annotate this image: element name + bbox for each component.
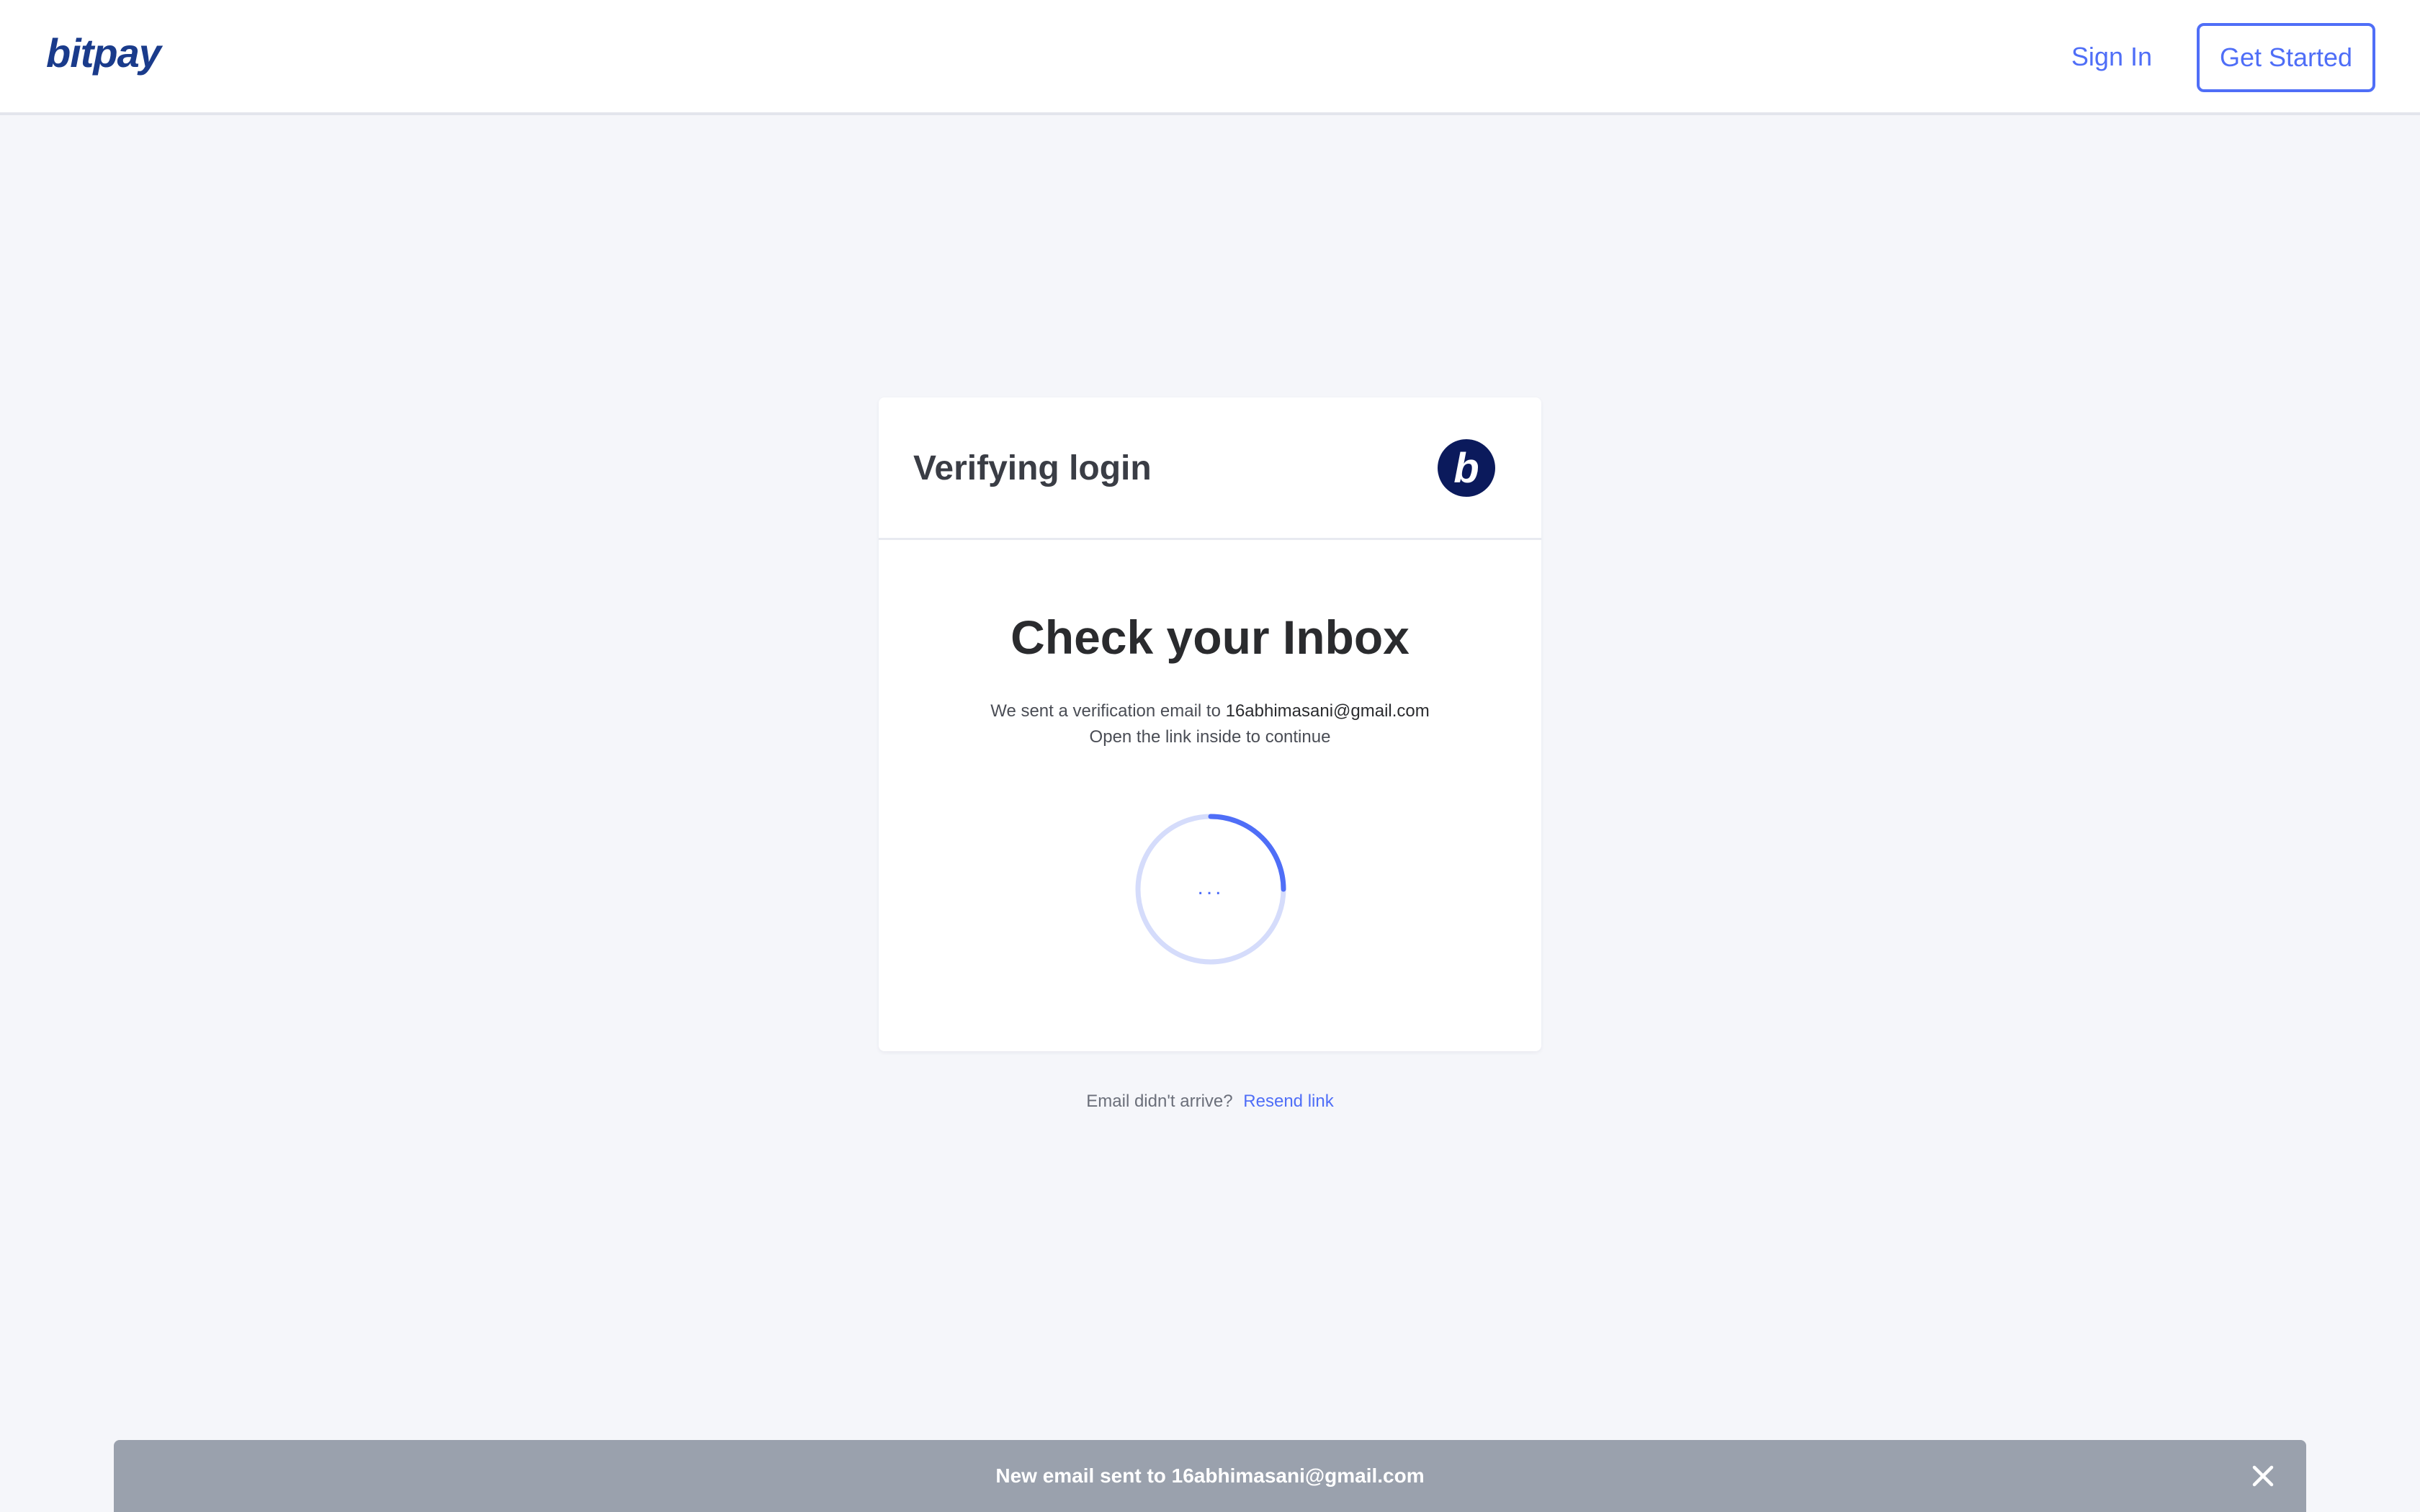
instruction-text: Open the link inside to continue bbox=[1089, 727, 1331, 747]
card-header: Verifying login b bbox=[879, 397, 1541, 540]
close-icon[interactable] bbox=[2250, 1463, 2276, 1489]
sent-message: We sent a verification email to 16abhima… bbox=[879, 698, 1541, 724]
get-started-button[interactable]: Get Started bbox=[2197, 23, 2375, 92]
inbox-heading: Check your Inbox bbox=[1010, 611, 1410, 664]
sent-prefix: We sent a verification email to bbox=[990, 701, 1221, 721]
top-nav: bitpay Sign In Get Started bbox=[0, 0, 2420, 115]
resend-prompt: Email didn't arrive? bbox=[1086, 1092, 1233, 1111]
card-body: Check your Inbox We sent a verification … bbox=[879, 540, 1541, 1049]
sign-in-link[interactable]: Sign In bbox=[2071, 37, 2152, 76]
card-title: Verifying login bbox=[913, 449, 1152, 487]
badge-letter: b bbox=[1453, 445, 1479, 492]
recipient-email: 16abhimasani@gmail.com bbox=[1225, 701, 1430, 721]
toast-message: New email sent to 16abhimasani@gmail.com bbox=[995, 1464, 1425, 1487]
resend-row: Email didn't arrive? Resend link bbox=[0, 1089, 2420, 1115]
bitpay-logo[interactable]: bitpay bbox=[46, 33, 161, 73]
loading-spinner-icon: ... bbox=[1135, 814, 1286, 965]
spinner-dots: ... bbox=[1197, 876, 1224, 899]
bitpay-b-icon: b bbox=[1438, 439, 1495, 497]
verification-card: Verifying login b Check your Inbox We se… bbox=[879, 397, 1541, 1051]
toast-notification: New email sent to 16abhimasani@gmail.com bbox=[114, 1440, 2306, 1512]
resend-link[interactable]: Resend link bbox=[1243, 1092, 1333, 1111]
